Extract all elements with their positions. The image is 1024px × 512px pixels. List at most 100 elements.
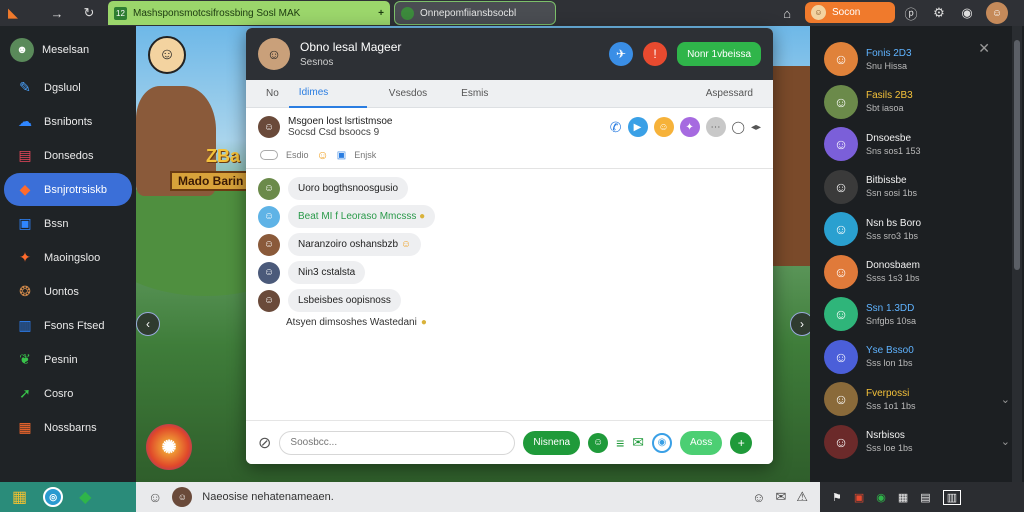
send-button[interactable]: Nisnena — [523, 430, 581, 455]
avatar: ☺ — [258, 177, 280, 200]
flag-icon[interactable]: ⚑ — [832, 491, 842, 504]
sidebar-item-uontos[interactable]: ❂ Uontos — [4, 275, 132, 308]
sidebar-item-cosro[interactable]: ➚ Cosro — [4, 377, 132, 410]
record-icon[interactable]: ◉ — [956, 2, 978, 24]
grid-icon[interactable]: ▦ — [898, 491, 908, 504]
sidebar-item-dgsluol[interactable]: ✎ Dgsluol — [4, 71, 132, 104]
tag-icon[interactable]: ▣ — [337, 150, 346, 161]
contact-item[interactable]: ☺ Fasils 2B3 Sbt iasoa — [810, 81, 1024, 124]
contacts-scrollbar[interactable] — [1012, 26, 1022, 482]
camera-icon[interactable]: ◉ — [652, 432, 673, 453]
tab-vsesdos[interactable]: Vsesdos — [379, 80, 437, 108]
browser-tab[interactable]: Onnepomfiiansbsocbl — [394, 1, 556, 25]
avatar: ☺ — [258, 205, 280, 228]
join-button[interactable]: Nonr 1vbeissa — [677, 42, 761, 66]
menu-icon[interactable]: ≡ — [616, 435, 624, 451]
sidebar-item-nossbarns[interactable]: ▦ Nossbarns — [4, 411, 132, 444]
tab-favicon-icon — [401, 6, 414, 20]
windows-icon[interactable]: ▦ — [12, 487, 27, 507]
user-pill-label: Socon — [832, 7, 861, 18]
meta-label: Enjsk — [354, 150, 377, 160]
sidebar-item-maoingsloo[interactable]: ✦ Maoingsloo — [4, 241, 132, 274]
back-arrow-icon[interactable]: → — [46, 2, 68, 24]
settings-icon[interactable]: ⚙ — [928, 2, 950, 24]
alert-icon[interactable]: ! — [643, 42, 668, 66]
sidebar-item-label: Nossbarns — [44, 421, 97, 434]
scroll-left-icon[interactable]: ‹ — [136, 312, 160, 336]
info-icon[interactable]: ◯ — [732, 120, 745, 134]
plus-icon[interactable]: + — [730, 431, 753, 454]
contact-name: Fonis 2D3 — [866, 47, 912, 59]
emoji-icon[interactable]: ☺ — [752, 490, 765, 505]
document-icon[interactable]: ▣ — [854, 491, 864, 504]
contact-item[interactable]: ☺ Dnsoesbe Sns sos1 153 — [810, 123, 1024, 166]
contact-item[interactable]: ☺ Bitbissbe Ssn sosi 1bs — [810, 166, 1024, 209]
user-pill[interactable]: ☺ Socon — [805, 2, 895, 23]
home-icon[interactable]: ⌂ — [776, 2, 798, 24]
chat-modal: ☺ Obno lesal Mageer Sesnos ✈ ! Nonr 1vbe… — [246, 28, 773, 464]
sticker-icon[interactable]: ☺ — [588, 432, 609, 453]
sidebar-item-pesnin[interactable]: ❦ Pesnin — [4, 343, 132, 376]
smile-icon[interactable]: ☺ — [317, 148, 329, 162]
sidebar-item-label: Donsedos — [44, 149, 94, 162]
window-icon[interactable]: ▥ — [942, 489, 962, 505]
contacts-sidebar: ✕ ☺ Fonis 2D3 Snu Hissa ☺ Fasils 2B3 Sbt i… — [810, 26, 1024, 482]
attach-icon[interactable]: ⊘ — [258, 433, 271, 453]
refresh-icon[interactable]: ↻ — [78, 2, 100, 24]
browser-icon[interactable]: ◎ — [43, 487, 64, 507]
emoji-icon[interactable]: ☺ — [653, 117, 674, 137]
contact-item[interactable]: ☺ Donosbaem Ssss 1s3 1bs — [810, 251, 1024, 294]
contact-item[interactable]: ☺ Ssn 1.3DD Snfgbs 10sa — [810, 293, 1024, 336]
phone-icon[interactable]: ✆ — [610, 119, 622, 136]
action-button[interactable]: Aoss — [680, 430, 723, 455]
contact-item[interactable]: ☺ Nsn bs Boro Sss sro3 1bs — [810, 208, 1024, 251]
table-icon[interactable]: ▤ — [920, 491, 930, 504]
video-icon[interactable]: ▶ — [627, 117, 648, 137]
meta-label: Esdio — [286, 150, 309, 160]
calendar-icon[interactable]: ◉ — [876, 491, 886, 504]
app-menu-icon[interactable]: ◣ — [2, 2, 24, 24]
toggle-icon[interactable] — [260, 150, 278, 160]
more-icon[interactable]: ⋯ — [705, 117, 726, 137]
chevron-down-icon[interactable]: ⌄ — [1001, 393, 1010, 406]
sidebar-item-bsnjrotrsiskb[interactable]: ◆ Bsnjrotrsiskb — [4, 173, 132, 206]
message-input[interactable] — [279, 430, 516, 455]
sidebar-item-fsons-ftsed[interactable]: ▥ Fsons Ftsed — [4, 309, 132, 342]
avatar: ☺ — [824, 382, 858, 417]
message-bubble: Naranzoiro oshansbzb ☺ — [288, 233, 422, 256]
contact-item[interactable]: ☺ Fonis 2D3 Snu Hissa — [810, 38, 1024, 81]
sidebar-item-bsnibonts[interactable]: ☁ Bsnibonts — [4, 105, 132, 138]
sidebar-item-donsedos[interactable]: ▤ Donsedos — [4, 139, 132, 172]
new-tab-icon[interactable]: + — [378, 8, 384, 19]
games-icon[interactable]: ✦ — [679, 117, 700, 137]
profile-avatar[interactable]: ☺ — [986, 2, 1008, 24]
scroll-right-icon[interactable]: › — [790, 312, 810, 336]
chat-icon[interactable]: ✉ — [775, 489, 786, 505]
scrollbar-thumb[interactable] — [1014, 40, 1020, 270]
game-ability-icon[interactable]: ✺ — [146, 424, 192, 470]
contact-status: Sbt iasoa — [866, 103, 904, 114]
tab-esmis[interactable]: Esmis — [451, 80, 498, 108]
run-icon: ➚ — [19, 385, 31, 401]
chevron-down-icon[interactable]: ⌄ — [1001, 435, 1010, 448]
message-icon[interactable]: ✉ — [632, 434, 644, 451]
alert-icon[interactable]: ⚠ — [796, 489, 808, 505]
tab-aspessard[interactable]: Aspessard — [696, 80, 763, 108]
contact-item[interactable]: ☺ Fverpossi Sss 1o1 1bs ⌄ — [810, 378, 1024, 421]
contact-item[interactable]: ☺ Yse Bsso0 Sss lon 1bs — [810, 336, 1024, 379]
contact-item[interactable]: ☺ Nsrbisos Sss loe 1bs ⌄ — [810, 421, 1024, 464]
sidebar-item-bssn[interactable]: ▣ Bssn — [4, 207, 132, 240]
app-icon[interactable]: ◆ — [79, 487, 91, 507]
extension-icon[interactable]: ⓟ — [900, 2, 922, 24]
close-icon[interactable]: ✕ — [978, 40, 990, 57]
compass-icon[interactable]: ✈ — [609, 42, 634, 66]
avatar: ☺ — [824, 42, 858, 77]
sidebar-item-label: Bssn — [44, 217, 69, 230]
tab-idimes[interactable]: Idimes — [288, 80, 367, 108]
smile-icon[interactable]: ☺ — [148, 489, 162, 505]
contact-name: Donosbaem — [866, 260, 920, 272]
tab-favicon-icon: 12 — [114, 6, 127, 20]
browser-tab-active[interactable]: 12 Mashsponsmotcsifrossbing Sosl MAK + — [108, 1, 390, 25]
expand-icon[interactable]: ◂▸ — [751, 122, 761, 133]
tab-no[interactable]: No — [256, 80, 289, 108]
